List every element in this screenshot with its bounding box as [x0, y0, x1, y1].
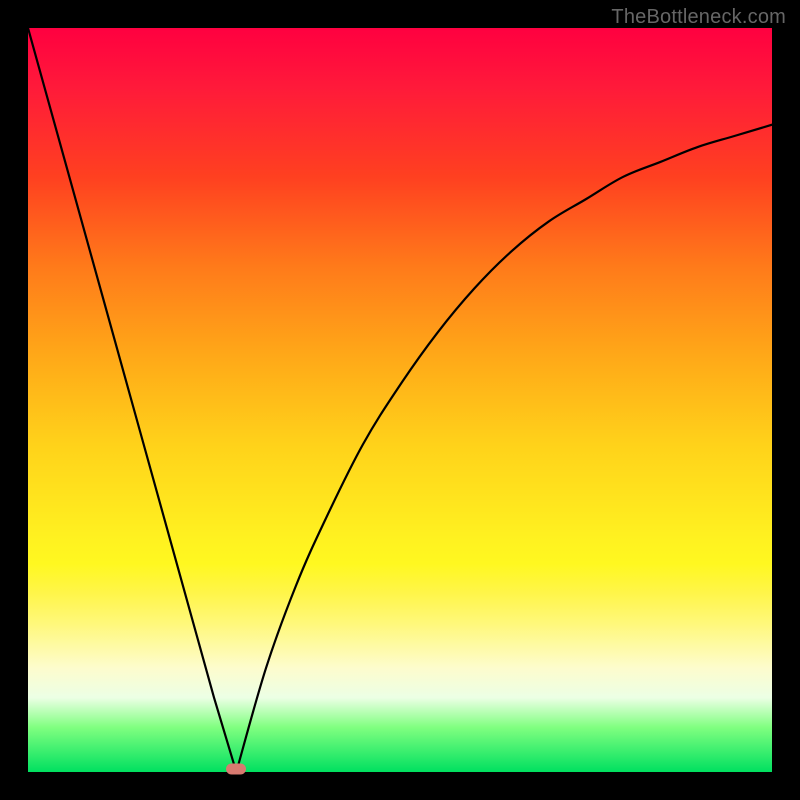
curve-left-branch — [28, 28, 236, 772]
watermark-text: TheBottleneck.com — [611, 6, 786, 29]
chart-frame: TheBottleneck.com — [0, 0, 800, 800]
min-marker — [226, 764, 246, 775]
plot-area — [28, 28, 772, 772]
curve-right-branch — [236, 125, 772, 772]
curve-layer — [28, 28, 772, 772]
